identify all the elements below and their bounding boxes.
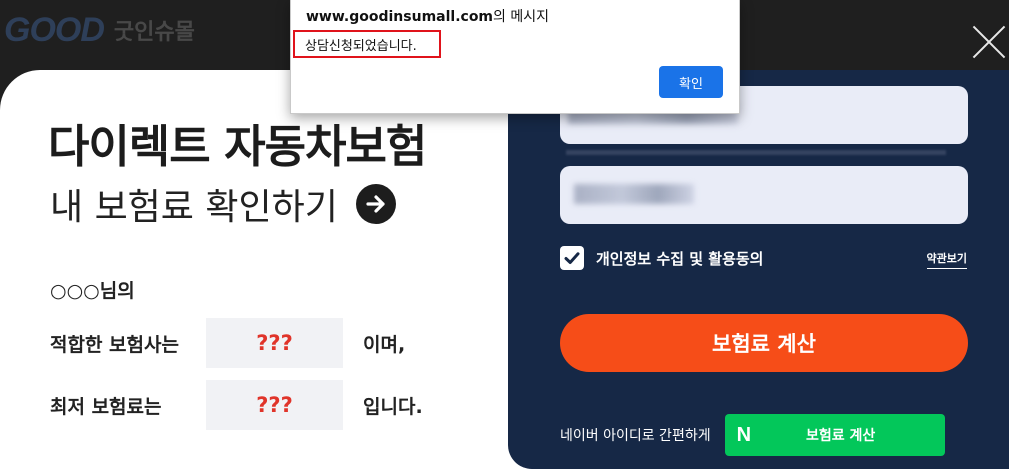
page-title: 다이렉트 자동차보험 <box>48 120 427 173</box>
customer-name: ○○○님의 <box>50 280 135 302</box>
alert-title: www.goodinsumall.com의 메시지 <box>306 6 549 26</box>
checkbox-checked-icon[interactable] <box>560 246 584 270</box>
premium-suffix: 입니다. <box>363 395 423 418</box>
alert-title-suffix: 의 메시지 <box>493 9 550 25</box>
consent-label: 개인정보 수집 및 활용동의 <box>596 249 764 268</box>
terms-link[interactable]: 약관보기 <box>926 250 967 269</box>
premium-label: 최저 보험료는 <box>50 395 162 418</box>
alert-dialog: www.goodinsumall.com의 메시지 상담신청되었습니다. 확인 <box>290 0 740 114</box>
arrow-right-icon[interactable] <box>355 184 396 224</box>
alert-message: 상담신청되었습니다. <box>293 30 441 58</box>
consent-checkbox[interactable]: 개인정보 수집 및 활용동의 <box>560 246 763 270</box>
result-row-insurer: 적합한 보험사는 ??? 이며, <box>50 318 405 368</box>
logo-mark: GOOD <box>4 10 105 49</box>
alert-site: www.goodinsumall.com <box>306 9 494 25</box>
logo-text: 굿인슈몰 <box>113 20 195 45</box>
result-row-premium: 최저 보험료는 ??? 입니다. <box>50 380 423 430</box>
insurer-label: 적합한 보험사는 <box>50 333 179 356</box>
phone-field[interactable] <box>560 166 968 224</box>
insurer-suffix: 이며, <box>363 333 406 356</box>
naver-calculate-button[interactable]: N 보험료 계산 <box>724 414 945 456</box>
naver-login-row: 네이버 아이디로 간편하게 N 보험료 계산 <box>560 414 945 456</box>
naver-n-icon: N <box>736 423 752 446</box>
blurred-value <box>574 184 694 204</box>
field-shadow-strip <box>566 150 946 155</box>
insurance-modal: 다이렉트 자동차보험 내 보험료 확인하기 ○○○님의 적합한 보험사는 ???… <box>0 70 1009 469</box>
premium-value: ??? <box>206 380 343 430</box>
naver-label: 네이버 아이디로 간편하게 <box>560 428 711 444</box>
close-icon[interactable] <box>967 22 1007 62</box>
page-subtitle: 내 보험료 확인하기 <box>50 178 396 230</box>
alert-ok-button[interactable]: 확인 <box>659 66 723 98</box>
insurer-value: ??? <box>206 318 343 368</box>
right-panel: 개인정보 수집 및 활용동의 약관보기 보험료 계산 네이버 아이디로 간편하게… <box>508 70 1009 469</box>
calculate-premium-button[interactable]: 보험료 계산 <box>560 314 968 372</box>
subtitle-text: 내 보험료 확인하기 <box>50 187 338 228</box>
site-logo: GOOD 굿인슈몰 <box>0 10 195 50</box>
naver-button-label: 보험료 계산 <box>805 428 876 444</box>
left-panel: 다이렉트 자동차보험 내 보험료 확인하기 ○○○님의 적합한 보험사는 ???… <box>0 70 540 469</box>
